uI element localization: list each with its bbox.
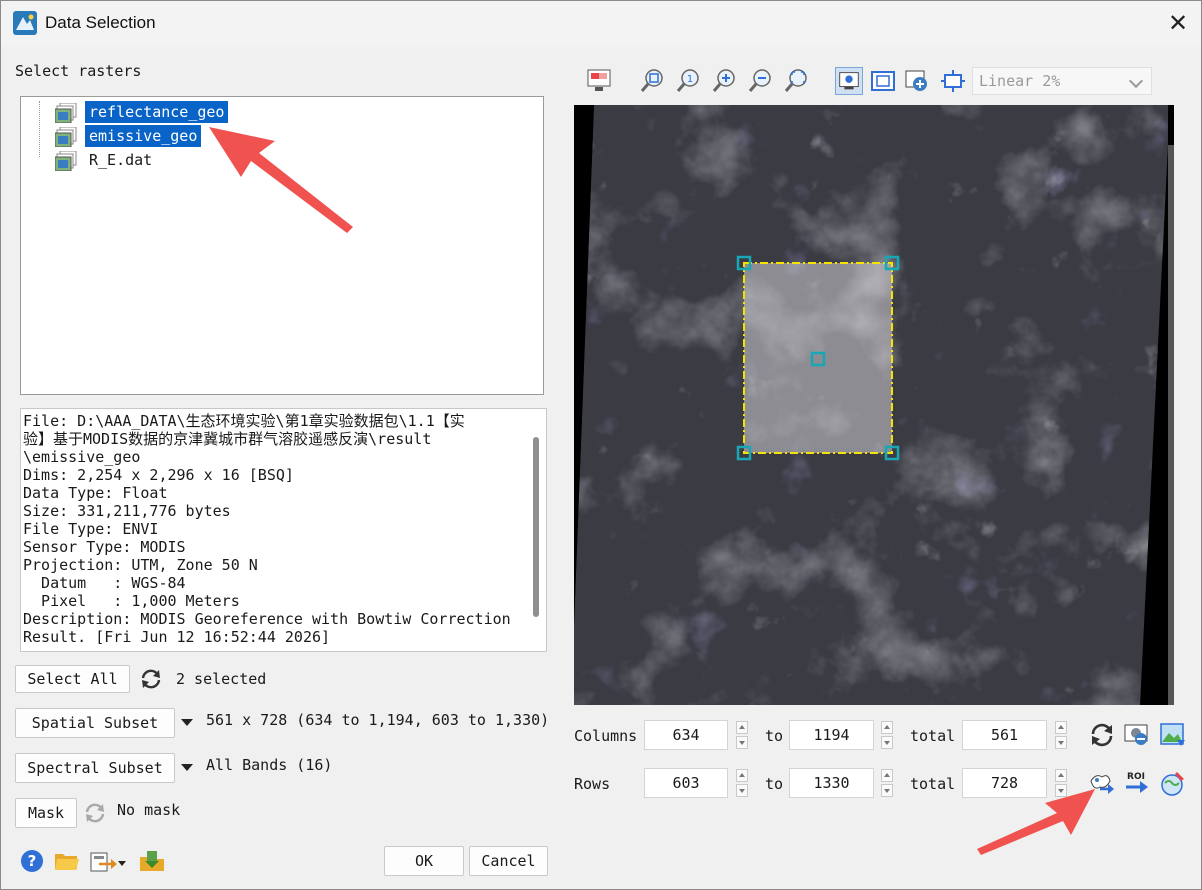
close-icon[interactable]: ✕ xyxy=(1161,7,1195,41)
dropdown-arrow-icon[interactable] xyxy=(181,764,193,771)
spectral-subset-value: All Bands (16) xyxy=(206,756,333,774)
zoom-1-icon[interactable]: 1 xyxy=(675,67,703,95)
spectral-subset-button[interactable]: Spectral Subset xyxy=(15,753,175,783)
column-total-input[interactable]: 561 xyxy=(962,720,1047,750)
column-total-stepper[interactable] xyxy=(1055,720,1067,750)
preview-icon[interactable] xyxy=(1123,721,1151,749)
spatial-subset-value: 561 x 728 (634 to 1,194, 603 to 1,330) xyxy=(206,711,550,729)
spatial-subset-button[interactable]: Spatial Subset xyxy=(15,708,175,738)
scrollbar-thumb[interactable] xyxy=(533,437,539,617)
image-preview[interactable] xyxy=(574,105,1174,705)
column-from-stepper[interactable] xyxy=(736,720,748,750)
chevron-down-icon xyxy=(1128,73,1144,89)
full-extent-icon[interactable] xyxy=(869,67,897,95)
title-bar: Data Selection ✕ xyxy=(1,1,1201,47)
annotation-arrow-icon xyxy=(977,789,1095,855)
raster-file-icon xyxy=(55,127,77,147)
open-folder-icon[interactable] xyxy=(54,849,80,873)
subset-region xyxy=(744,263,892,453)
help-icon[interactable]: ? xyxy=(20,849,44,873)
file-info-panel: File: D:\AAA_DATA\生态环境实验\第1章实验数据包\1.1【实验… xyxy=(20,408,547,652)
row-from-input[interactable]: 603 xyxy=(644,768,728,798)
total-label: total xyxy=(910,727,956,745)
dropdown-arrow-icon[interactable] xyxy=(181,719,193,726)
row-to-input[interactable]: 1330 xyxy=(789,768,874,798)
roi-subset-icon[interactable]: ROI xyxy=(1123,769,1151,797)
select-rasters-label: Select rasters xyxy=(15,62,142,80)
mask-button[interactable]: Mask xyxy=(15,798,77,828)
mask-value: No mask xyxy=(117,801,181,819)
raster-file-icon xyxy=(55,103,77,123)
columns-label: Columns xyxy=(574,727,638,745)
image-icon[interactable] xyxy=(1159,721,1187,749)
refresh-icon xyxy=(85,803,105,823)
column-to-input[interactable]: 1194 xyxy=(789,720,874,750)
pan-icon[interactable] xyxy=(903,67,931,95)
save-icon[interactable] xyxy=(139,849,165,875)
info-scrollbar[interactable] xyxy=(528,413,542,649)
raster-name: emissive_geo xyxy=(85,125,202,147)
svg-text:?: ? xyxy=(28,852,37,870)
rows-label: Rows xyxy=(574,775,611,793)
column-to-stepper[interactable] xyxy=(881,720,893,750)
total-label: total xyxy=(910,775,956,793)
zoom-in-icon[interactable] xyxy=(711,67,739,95)
annotation-arrow-icon xyxy=(209,127,353,233)
raster-file-icon xyxy=(55,151,77,171)
map-subset-icon[interactable] xyxy=(1159,769,1187,797)
stretch-value: Linear 2% xyxy=(979,72,1061,90)
reset-display-icon[interactable] xyxy=(585,67,613,95)
export-icon[interactable] xyxy=(89,849,127,875)
column-from-input[interactable]: 634 xyxy=(644,720,728,750)
tree-connector xyxy=(39,101,40,157)
zoom-fit-icon[interactable] xyxy=(639,67,667,95)
data-selection-dialog: Data Selection ✕ Select rasters reflecta… xyxy=(0,0,1202,890)
zoom-full-icon[interactable] xyxy=(783,67,811,95)
to-label: to xyxy=(765,727,784,745)
zoom-out-icon[interactable] xyxy=(747,67,775,95)
row-to-stepper[interactable] xyxy=(881,768,893,798)
satellite-image xyxy=(574,105,1174,705)
select-all-button[interactable]: Select All xyxy=(15,665,130,693)
to-label: to xyxy=(765,775,784,793)
view-image-icon[interactable] xyxy=(835,67,863,95)
row-from-stepper[interactable] xyxy=(736,768,748,798)
raster-name: R_E.dat xyxy=(89,151,153,169)
file-info-text: File: D:\AAA_DATA\生态环境实验\第1章实验数据包\1.1【实验… xyxy=(23,412,511,646)
selected-count: 2 selected xyxy=(176,670,267,688)
refresh-icon[interactable] xyxy=(139,667,163,691)
ok-button[interactable]: OK xyxy=(384,846,464,876)
window-title: Data Selection xyxy=(45,13,156,32)
svg-text:1: 1 xyxy=(687,74,693,85)
cancel-button[interactable]: Cancel xyxy=(469,846,548,876)
center-icon[interactable] xyxy=(939,67,967,95)
svg-text:ROI: ROI xyxy=(1127,772,1145,782)
refresh-subset-icon[interactable] xyxy=(1088,721,1116,749)
app-icon xyxy=(13,11,37,35)
stretch-select[interactable]: Linear 2% xyxy=(972,67,1152,95)
